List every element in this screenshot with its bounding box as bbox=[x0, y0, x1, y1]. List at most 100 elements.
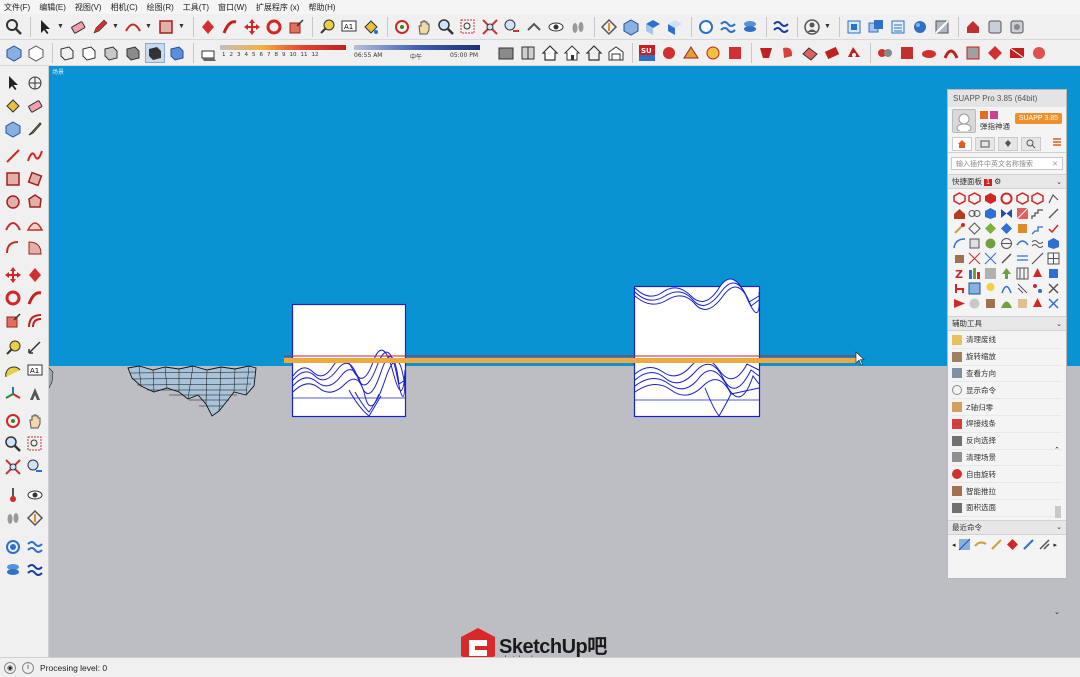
plugin-lines-icon[interactable] bbox=[1015, 281, 1029, 295]
position-camera-icon[interactable] bbox=[524, 17, 544, 37]
look-around-icon[interactable] bbox=[25, 485, 45, 505]
plugin-stair-icon[interactable] bbox=[1031, 251, 1045, 265]
plugin-hex-icon[interactable] bbox=[1031, 191, 1045, 205]
plugin-box-icon[interactable] bbox=[1015, 296, 1029, 310]
monochrome-icon[interactable] bbox=[145, 42, 165, 63]
time-slider-bar[interactable] bbox=[354, 44, 480, 50]
plugin-split-icon[interactable] bbox=[999, 251, 1013, 265]
extension-warehouse-icon[interactable] bbox=[963, 17, 983, 37]
panel-menu-icon[interactable] bbox=[1052, 137, 1062, 150]
list-item[interactable]: 查看方向 bbox=[952, 366, 1062, 383]
tape-measure-icon[interactable] bbox=[3, 338, 23, 358]
list-item[interactable]: 清理废线 bbox=[952, 332, 1062, 349]
3d-text-icon[interactable] bbox=[25, 384, 45, 404]
menu-help[interactable]: 帮助(H) bbox=[308, 2, 335, 13]
select-arrow-icon[interactable] bbox=[3, 73, 23, 93]
move-icon[interactable] bbox=[242, 17, 262, 37]
tab-list-icon[interactable] bbox=[975, 136, 995, 151]
clear-search-icon[interactable]: ✕ bbox=[1052, 160, 1058, 168]
recent-plugin-icon[interactable] bbox=[990, 538, 1004, 552]
plugin-arrow-icon[interactable] bbox=[1047, 206, 1061, 220]
plugin-wave-icon[interactable] bbox=[1031, 236, 1045, 250]
plugin-torch-icon[interactable] bbox=[952, 221, 966, 235]
plugin-scissors-icon[interactable] bbox=[1047, 296, 1061, 310]
list-item[interactable]: 自由旋转 bbox=[952, 466, 1062, 484]
recent-plugin-icon[interactable] bbox=[974, 538, 988, 552]
plugin-lamp-icon[interactable] bbox=[984, 281, 998, 295]
position-camera-icon[interactable] bbox=[3, 485, 23, 505]
user-account-icon[interactable] bbox=[802, 17, 822, 37]
zoom-icon[interactable] bbox=[3, 434, 23, 454]
plugin-p-icon[interactable] bbox=[1007, 43, 1027, 63]
chevron-down-icon[interactable]: ⌄ bbox=[1056, 178, 1062, 186]
chevron-down-icon[interactable]: ▼ bbox=[178, 23, 186, 30]
plugin-tree-icon[interactable] bbox=[1031, 266, 1045, 280]
flip-icon[interactable] bbox=[696, 17, 716, 37]
group-icon[interactable] bbox=[866, 17, 886, 37]
orbit-icon[interactable] bbox=[392, 17, 412, 37]
sandbox-icon[interactable] bbox=[771, 17, 791, 37]
plugin-d-icon[interactable] bbox=[725, 43, 745, 63]
plugin-hex-icon[interactable] bbox=[1015, 191, 1029, 205]
axes-icon[interactable] bbox=[3, 384, 23, 404]
sandbox-contours-icon[interactable] bbox=[3, 537, 23, 557]
geo-location-icon[interactable]: ◉ bbox=[4, 661, 16, 674]
plugin-l-icon[interactable] bbox=[919, 43, 939, 63]
styles-icon[interactable] bbox=[932, 17, 952, 37]
plugin-mesh-icon[interactable] bbox=[984, 266, 998, 280]
plugin-ring-icon[interactable] bbox=[999, 191, 1013, 205]
plugin-cube-icon[interactable] bbox=[984, 206, 998, 220]
plugin-a-icon[interactable] bbox=[659, 43, 679, 63]
plugin-line-icon[interactable] bbox=[1047, 191, 1061, 205]
back-edges-icon[interactable] bbox=[26, 43, 46, 63]
line-icon[interactable] bbox=[3, 146, 23, 166]
chevron-down-icon[interactable]: ▼ bbox=[145, 23, 153, 30]
menu-tools[interactable]: 工具(T) bbox=[183, 2, 209, 13]
component-icon[interactable] bbox=[3, 119, 23, 139]
plugin-wedge-icon[interactable] bbox=[952, 296, 966, 310]
menu-extensions[interactable]: 扩展程序 (x) bbox=[256, 2, 300, 13]
plugin-curve-icon[interactable] bbox=[1015, 236, 1029, 250]
plugin-up-icon[interactable] bbox=[999, 266, 1013, 280]
iso-view-icon[interactable] bbox=[621, 17, 641, 37]
menu-window[interactable]: 窗口(W) bbox=[218, 2, 247, 13]
shaded-icon[interactable] bbox=[101, 43, 121, 63]
list-item[interactable]: 智能推拉 bbox=[952, 483, 1062, 500]
recent-plugin-icon[interactable] bbox=[1038, 538, 1052, 552]
chevron-down-icon[interactable]: ⌄ bbox=[1056, 320, 1062, 328]
section-plane-icon[interactable] bbox=[25, 508, 45, 528]
plugin-box-icon[interactable] bbox=[1047, 266, 1061, 280]
plugin-search-input[interactable]: 输入插件中英文名称搜索 ✕ bbox=[951, 157, 1063, 170]
freehand-icon[interactable] bbox=[25, 146, 45, 166]
plugin-shell-icon[interactable] bbox=[984, 236, 998, 250]
plugin-butterfly-icon[interactable] bbox=[999, 206, 1013, 220]
plugin-z-icon[interactable]: Z bbox=[952, 266, 966, 280]
plugin-o-icon[interactable] bbox=[985, 43, 1005, 63]
menu-camera[interactable]: 相机(C) bbox=[111, 2, 138, 13]
avatar[interactable] bbox=[952, 109, 976, 133]
lasso-select-icon[interactable] bbox=[25, 73, 45, 93]
info-icon[interactable]: i bbox=[22, 661, 34, 674]
plugin-f-icon[interactable] bbox=[778, 43, 798, 63]
plugin-b-icon[interactable] bbox=[681, 43, 701, 63]
arc-icon[interactable] bbox=[3, 215, 23, 235]
pan-hand-icon[interactable] bbox=[25, 411, 45, 431]
orbit-icon[interactable] bbox=[3, 411, 23, 431]
plugin-k-icon[interactable] bbox=[897, 43, 917, 63]
recent-plugin-icon[interactable] bbox=[1006, 538, 1020, 552]
quick-panel-header[interactable]: 快捷面板 1 ⚙ ⌄ bbox=[948, 174, 1066, 189]
warehouse-icon[interactable] bbox=[518, 43, 538, 63]
pencil-icon[interactable] bbox=[90, 17, 110, 37]
plugin-spring-icon[interactable] bbox=[999, 281, 1013, 295]
plugin-lines-icon[interactable] bbox=[1015, 251, 1029, 265]
front-view-icon[interactable] bbox=[665, 17, 685, 37]
plugin-g-icon[interactable] bbox=[800, 43, 820, 63]
plugin-tree-icon[interactable] bbox=[1031, 296, 1045, 310]
hidden-line-icon[interactable] bbox=[79, 43, 99, 63]
plugin-diamond-icon[interactable] bbox=[984, 221, 998, 235]
menu-draw[interactable]: 绘图(R) bbox=[147, 2, 174, 13]
outliner-icon[interactable] bbox=[888, 17, 908, 37]
wireframe-icon[interactable] bbox=[57, 43, 77, 63]
follow-me-icon[interactable] bbox=[25, 288, 45, 308]
protractor-icon[interactable] bbox=[3, 361, 23, 381]
